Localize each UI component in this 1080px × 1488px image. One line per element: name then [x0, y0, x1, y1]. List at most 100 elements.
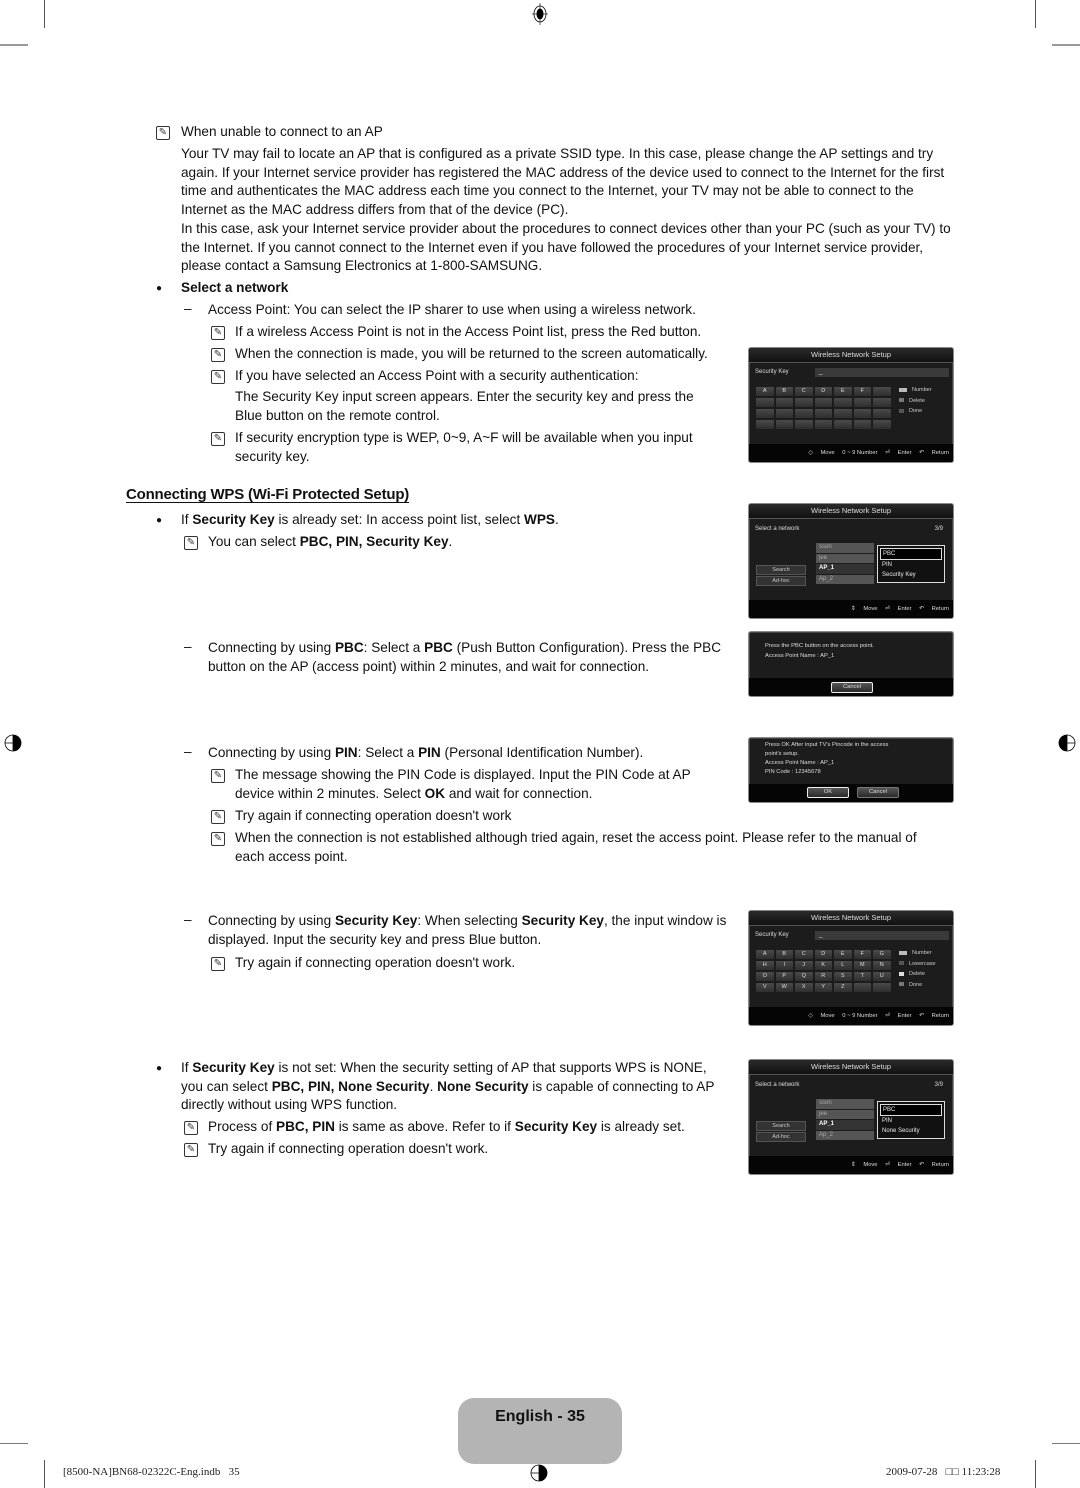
cancel-button[interactable]: Cancel: [857, 787, 899, 798]
registration-mark-icon: [1058, 734, 1076, 752]
keyboard-key[interactable]: [756, 420, 774, 429]
network-item[interactable]: jee: [816, 553, 874, 563]
print-file-name: [8500-NA]BN68-02322C-Eng.indb 35: [63, 1466, 240, 1478]
option-pbc[interactable]: PBC: [880, 1104, 942, 1116]
keyboard-key[interactable]: Q: [795, 972, 813, 981]
keyboard-key[interactable]: I: [775, 961, 793, 970]
keyboard-key[interactable]: [873, 398, 891, 407]
network-item[interactable]: Ap_2: [816, 1130, 874, 1140]
keyboard-key[interactable]: [814, 409, 832, 418]
keyboard-key[interactable]: [834, 398, 852, 407]
keyboard-grid: ABCDEFG HIJKLMN OPQRSTU VWXYZ: [756, 950, 891, 992]
network-item-selected[interactable]: AP_1: [816, 564, 874, 574]
search-button[interactable]: Search: [756, 1121, 806, 1131]
note-icon: ✎: [211, 832, 225, 846]
ok-button[interactable]: OK: [807, 787, 849, 798]
network-item-selected[interactable]: AP_1: [816, 1120, 874, 1130]
keyboard-key[interactable]: W: [775, 983, 793, 992]
keyboard-key[interactable]: [814, 420, 832, 429]
keyboard-key[interactable]: [853, 420, 871, 429]
note-text: Try again if connecting operation doesn'…: [208, 1141, 489, 1156]
keyboard-key[interactable]: B: [775, 387, 793, 396]
option-pin[interactable]: PIN: [880, 560, 942, 570]
print-timestamp: 2009-07-28 □□ 11:23:28: [886, 1466, 1001, 1478]
keyboard-key[interactable]: [853, 398, 871, 407]
page-count: 3/9: [934, 526, 943, 532]
keyboard-key[interactable]: D: [814, 950, 832, 959]
keyboard-key[interactable]: [775, 398, 793, 407]
keyboard-key[interactable]: N: [873, 961, 891, 970]
keyboard-key[interactable]: [756, 409, 774, 418]
keyboard-key[interactable]: E: [834, 387, 852, 396]
keyboard-key[interactable]: G: [873, 950, 891, 959]
network-item[interactable]: sson: [816, 1099, 874, 1109]
note-icon: ✎: [184, 1121, 198, 1135]
panel-footer: ⇕ Move ⏎ Enter ↶ Return: [749, 1156, 953, 1174]
keyboard-key[interactable]: R: [814, 972, 832, 981]
legend-lowercase: Lowercase: [899, 959, 936, 970]
keyboard-key[interactable]: L: [834, 961, 852, 970]
tv-panel-pin-dialog: Press OK After input TV's Pincode in the…: [748, 737, 954, 803]
crop-mark: [44, 1460, 45, 1488]
keyboard-key[interactable]: [814, 398, 832, 407]
option-pin[interactable]: PIN: [880, 1116, 942, 1126]
keyboard-key[interactable]: [756, 398, 774, 407]
note-icon: ✎: [211, 348, 225, 362]
keyboard-key[interactable]: C: [795, 387, 813, 396]
keyboard-key[interactable]: F: [853, 387, 871, 396]
keyboard-key[interactable]: [834, 409, 852, 418]
keyboard-key[interactable]: V: [756, 983, 774, 992]
option-none-security[interactable]: None Security: [880, 1126, 942, 1136]
crop-mark: [44, 0, 45, 28]
keyboard-key[interactable]: [873, 983, 891, 992]
note-text: If a wireless Access Point is not in the…: [235, 324, 702, 339]
keyboard-key[interactable]: [795, 420, 813, 429]
adhoc-button[interactable]: Ad-hoc: [756, 1132, 806, 1142]
keyboard-key[interactable]: A: [756, 950, 774, 959]
keyboard-key[interactable]: [873, 409, 891, 418]
keyboard-key[interactable]: S: [834, 972, 852, 981]
keyboard-key[interactable]: [873, 420, 891, 429]
keyboard-key[interactable]: M: [853, 961, 871, 970]
keyboard-key[interactable]: U: [873, 972, 891, 981]
keyboard-key[interactable]: X: [795, 983, 813, 992]
keyboard-key[interactable]: [775, 420, 793, 429]
keyboard-key[interactable]: D: [814, 387, 832, 396]
keyboard-key[interactable]: [775, 409, 793, 418]
option-security-key[interactable]: Security Key: [880, 570, 942, 580]
option-pbc[interactable]: PBC: [880, 548, 942, 560]
keyboard-key[interactable]: A: [756, 387, 774, 396]
keyboard-key[interactable]: [795, 398, 813, 407]
adhoc-button[interactable]: Ad-hoc: [756, 576, 806, 586]
network-item[interactable]: jee: [816, 1109, 874, 1119]
keyboard-key[interactable]: Z: [834, 983, 852, 992]
keyboard-key[interactable]: K: [814, 961, 832, 970]
keyboard-key[interactable]: Y: [814, 983, 832, 992]
note-icon: ✎: [211, 769, 225, 783]
network-item[interactable]: Ap_2: [816, 574, 874, 584]
keyboard-key[interactable]: [853, 983, 871, 992]
keyboard-key[interactable]: [834, 420, 852, 429]
security-key-input[interactable]: _: [815, 931, 949, 940]
security-key-input[interactable]: _: [815, 368, 949, 377]
keyboard-key[interactable]: E: [834, 950, 852, 959]
keyboard-key[interactable]: B: [775, 950, 793, 959]
keyboard-key[interactable]: O: [756, 972, 774, 981]
security-key-text: Connecting by using Security Key: When s…: [208, 913, 727, 947]
keyboard-key[interactable]: [853, 409, 871, 418]
keyboard-key[interactable]: J: [795, 961, 813, 970]
bullet-icon: ●: [156, 1063, 163, 1074]
keyboard-key[interactable]: T: [853, 972, 871, 981]
keyboard-key[interactable]: H: [756, 961, 774, 970]
wps-bullet-security-key-set: If Security Key is already set: In acces…: [181, 512, 559, 527]
keyboard-key[interactable]: F: [853, 950, 871, 959]
network-item[interactable]: sson: [816, 543, 874, 553]
search-button[interactable]: Search: [756, 565, 806, 575]
keyboard-key[interactable]: [795, 409, 813, 418]
cancel-button[interactable]: Cancel: [831, 682, 873, 693]
keyboard-key[interactable]: P: [775, 972, 793, 981]
crop-mark: [1035, 1460, 1036, 1488]
tv-panel-security-key-hex: Wireless Network Setup Security Key _ AB…: [748, 347, 954, 463]
keyboard-key[interactable]: C: [795, 950, 813, 959]
keyboard-key[interactable]: [873, 387, 891, 396]
